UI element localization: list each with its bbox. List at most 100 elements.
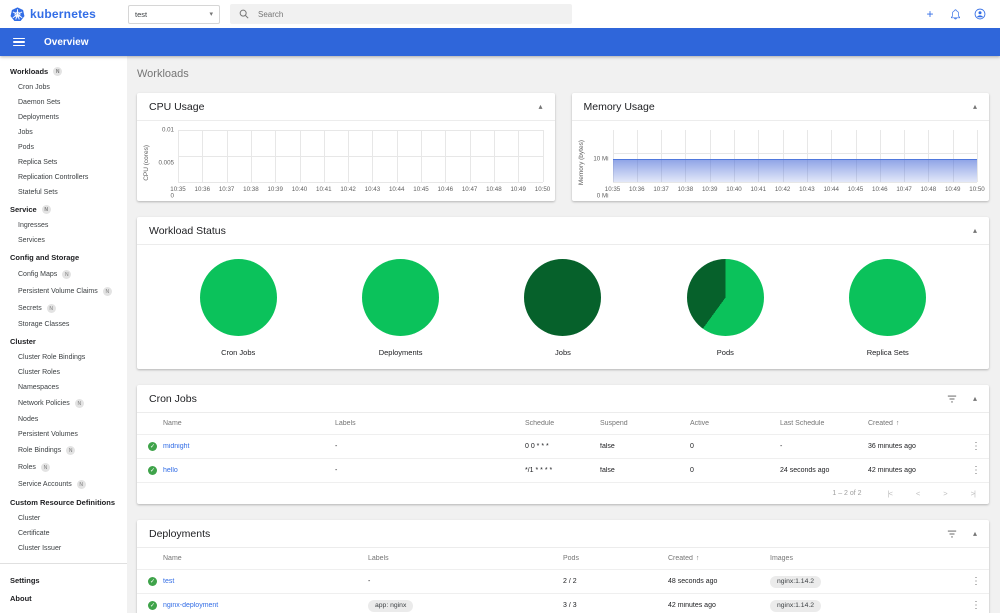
column-header-created[interactable]: Created ↑ bbox=[668, 555, 770, 562]
deployment-link-nginx-deployment[interactable]: nginx-deployment bbox=[163, 602, 218, 609]
sidebar-item-cron-jobs[interactable]: Cron Jobs bbox=[0, 80, 127, 95]
sidebar-item-secrets[interactable]: Secrets N bbox=[0, 300, 127, 317]
sidebar-item-daemon-sets[interactable]: Daemon Sets bbox=[0, 95, 127, 110]
cronjob-link-hello[interactable]: hello bbox=[163, 467, 178, 474]
filter-icon[interactable] bbox=[947, 395, 957, 403]
sidebar-item-replica-sets[interactable]: Replica Sets bbox=[0, 155, 127, 170]
x-tick-label: 10:41 bbox=[750, 186, 767, 193]
column-header-pods[interactable]: Pods bbox=[563, 555, 668, 562]
column-header-active[interactable]: Active bbox=[690, 420, 780, 427]
sidebar-item-certificate[interactable]: Certificate bbox=[0, 526, 127, 541]
row-menu-kebab-icon[interactable]: ⋮ bbox=[963, 441, 989, 452]
sidebar-item-roles[interactable]: Roles N bbox=[0, 459, 127, 476]
y-axis-label: CPU (cores) bbox=[143, 145, 150, 181]
search-input[interactable] bbox=[258, 9, 563, 19]
notifications-bell-icon[interactable] bbox=[947, 6, 963, 22]
page-title: Workloads bbox=[137, 68, 189, 80]
column-header-created[interactable]: Created ↑ bbox=[868, 420, 963, 427]
sidebar-item-cluster-issuer[interactable]: Cluster Issuer bbox=[0, 541, 127, 556]
sidebar-item-persistent-volumes[interactable]: Persistent Volumes bbox=[0, 427, 127, 442]
search-bar[interactable] bbox=[230, 4, 572, 24]
sidebar-item-cluster-role-bindings[interactable]: Cluster Role Bindings bbox=[0, 350, 127, 365]
workload-status-title: Workload Status bbox=[149, 225, 226, 237]
x-tick-label: 10:48 bbox=[920, 186, 937, 193]
sidebar-item-cluster-roles[interactable]: Cluster Roles bbox=[0, 365, 127, 380]
x-tick-label: 10:45 bbox=[413, 186, 429, 193]
sidebar-item-about[interactable]: About bbox=[0, 589, 127, 607]
collapse-caret-icon[interactable]: ▴ bbox=[973, 530, 977, 538]
namespaced-badge: N bbox=[62, 270, 72, 279]
sidebar-item-persistent-volume-claims[interactable]: Persistent Volume Claims N bbox=[0, 283, 127, 300]
sidebar-item-storage-classes[interactable]: Storage Classes bbox=[0, 317, 127, 332]
kubernetes-logo[interactable]: kubernetes bbox=[0, 6, 118, 22]
sidebar-header-workloads[interactable]: Workloads N bbox=[0, 62, 127, 80]
collapse-caret-icon[interactable]: ▴ bbox=[973, 395, 977, 403]
v-gridline bbox=[542, 130, 544, 182]
main-content: Workloads CPU Usage ▴ CPU (cores) 0 0.005 0… bbox=[127, 56, 1000, 613]
first-page-icon[interactable]: |< bbox=[888, 489, 893, 498]
y-axis-label: Memory (bytes) bbox=[577, 140, 585, 186]
sidebar-item-network-policies[interactable]: Network Policies N bbox=[0, 395, 127, 412]
table-row: ✓ midnight - 0 0 * * * false 0 - 36 minutes ago… bbox=[137, 435, 989, 459]
column-header-last-schedule[interactable]: Last Schedule bbox=[780, 420, 868, 427]
x-tick-label: 10:42 bbox=[774, 186, 791, 193]
cron-jobs-table: Name Labels Schedule Suspend Active Last Sche… bbox=[137, 413, 989, 483]
collapse-caret-icon[interactable]: ▴ bbox=[973, 227, 977, 235]
sidebar-item-cluster[interactable]: Cluster bbox=[0, 511, 127, 526]
sidebar-item-deployments[interactable]: Deployments bbox=[0, 110, 127, 125]
h-gridline bbox=[178, 156, 543, 157]
prev-page-icon[interactable]: < bbox=[916, 489, 921, 498]
sidebar-header-cluster[interactable]: Cluster bbox=[0, 332, 127, 350]
plot-area bbox=[612, 130, 978, 183]
column-header-suspend[interactable]: Suspend bbox=[600, 420, 690, 427]
column-header-images[interactable]: Images bbox=[770, 555, 963, 562]
sidebar-item-services[interactable]: Services bbox=[0, 233, 127, 248]
pie-label: Replica Sets bbox=[866, 348, 909, 357]
h-gridline bbox=[612, 153, 977, 155]
sidebar-item-replication-controllers[interactable]: Replication Controllers bbox=[0, 170, 127, 185]
deployment-link-test[interactable]: test bbox=[163, 578, 174, 585]
column-header-name[interactable]: Name bbox=[163, 555, 368, 562]
row-menu-kebab-icon[interactable]: ⋮ bbox=[963, 600, 989, 611]
sidebar-header-service[interactable]: Service N bbox=[0, 200, 127, 218]
sidebar-header-custom-resource-definitions[interactable]: Custom Resource Definitions bbox=[0, 493, 127, 511]
cron-jobs-title: Cron Jobs bbox=[149, 393, 197, 405]
sidebar-item-pods[interactable]: Pods bbox=[0, 140, 127, 155]
x-tick-label: 10:38 bbox=[243, 186, 259, 193]
sidebar-item-ingresses[interactable]: Ingresses bbox=[0, 218, 127, 233]
pie-chart-jobs bbox=[524, 259, 602, 336]
x-axis-ticks: 10:35 10:36 10:37 10:38 10:39 10:40 10:41 10:42… bbox=[170, 186, 550, 196]
sidebar-item-role-bindings[interactable]: Role Bindings N bbox=[0, 442, 127, 459]
namespaced-badge: N bbox=[74, 399, 84, 408]
column-header-schedule[interactable]: Schedule bbox=[525, 420, 600, 427]
column-header-labels[interactable]: Labels bbox=[368, 555, 563, 562]
sidebar-item-service-accounts[interactable]: Service Accounts N bbox=[0, 476, 127, 493]
namespace-select[interactable]: test ▾ bbox=[128, 4, 220, 24]
cell-pods: 3 / 3 bbox=[563, 602, 577, 609]
last-page-icon[interactable]: >| bbox=[971, 489, 976, 498]
collapse-caret-icon[interactable]: ▴ bbox=[538, 103, 542, 111]
sidebar-item-namespaces[interactable]: Namespaces bbox=[0, 380, 127, 395]
collapse-caret-icon[interactable]: ▴ bbox=[973, 103, 977, 111]
x-tick-label: 10:35 bbox=[170, 186, 186, 193]
sidebar-item-config-maps[interactable]: Config Maps N bbox=[0, 266, 127, 283]
pie-chart-cron-jobs bbox=[199, 259, 277, 336]
column-header-labels[interactable]: Labels bbox=[335, 420, 525, 427]
sidebar-item-settings[interactable]: Settings bbox=[0, 571, 127, 589]
filter-icon[interactable] bbox=[947, 530, 957, 538]
column-header-name[interactable]: Name bbox=[163, 420, 335, 427]
row-menu-kebab-icon[interactable]: ⋮ bbox=[963, 465, 989, 476]
workload-status-card: Workload Status ▴ Cron Jobs Deployments Jo… bbox=[137, 217, 989, 369]
account-user-icon[interactable] bbox=[972, 6, 988, 22]
sidebar-header-config-and-storage[interactable]: Config and Storage bbox=[0, 248, 127, 266]
next-page-icon[interactable]: > bbox=[943, 489, 948, 498]
sidebar-item-jobs[interactable]: Jobs bbox=[0, 125, 127, 140]
create-plus-icon[interactable]: + bbox=[922, 6, 938, 22]
sidebar-item-stateful-sets[interactable]: Stateful Sets bbox=[0, 185, 127, 200]
menu-icon[interactable] bbox=[13, 37, 25, 47]
x-tick-label: 10:39 bbox=[267, 186, 283, 193]
row-menu-kebab-icon[interactable]: ⋮ bbox=[963, 576, 989, 587]
pie-chart-deployments bbox=[362, 259, 440, 336]
sidebar-item-nodes[interactable]: Nodes bbox=[0, 412, 127, 427]
cronjob-link-midnight[interactable]: midnight bbox=[163, 443, 189, 450]
